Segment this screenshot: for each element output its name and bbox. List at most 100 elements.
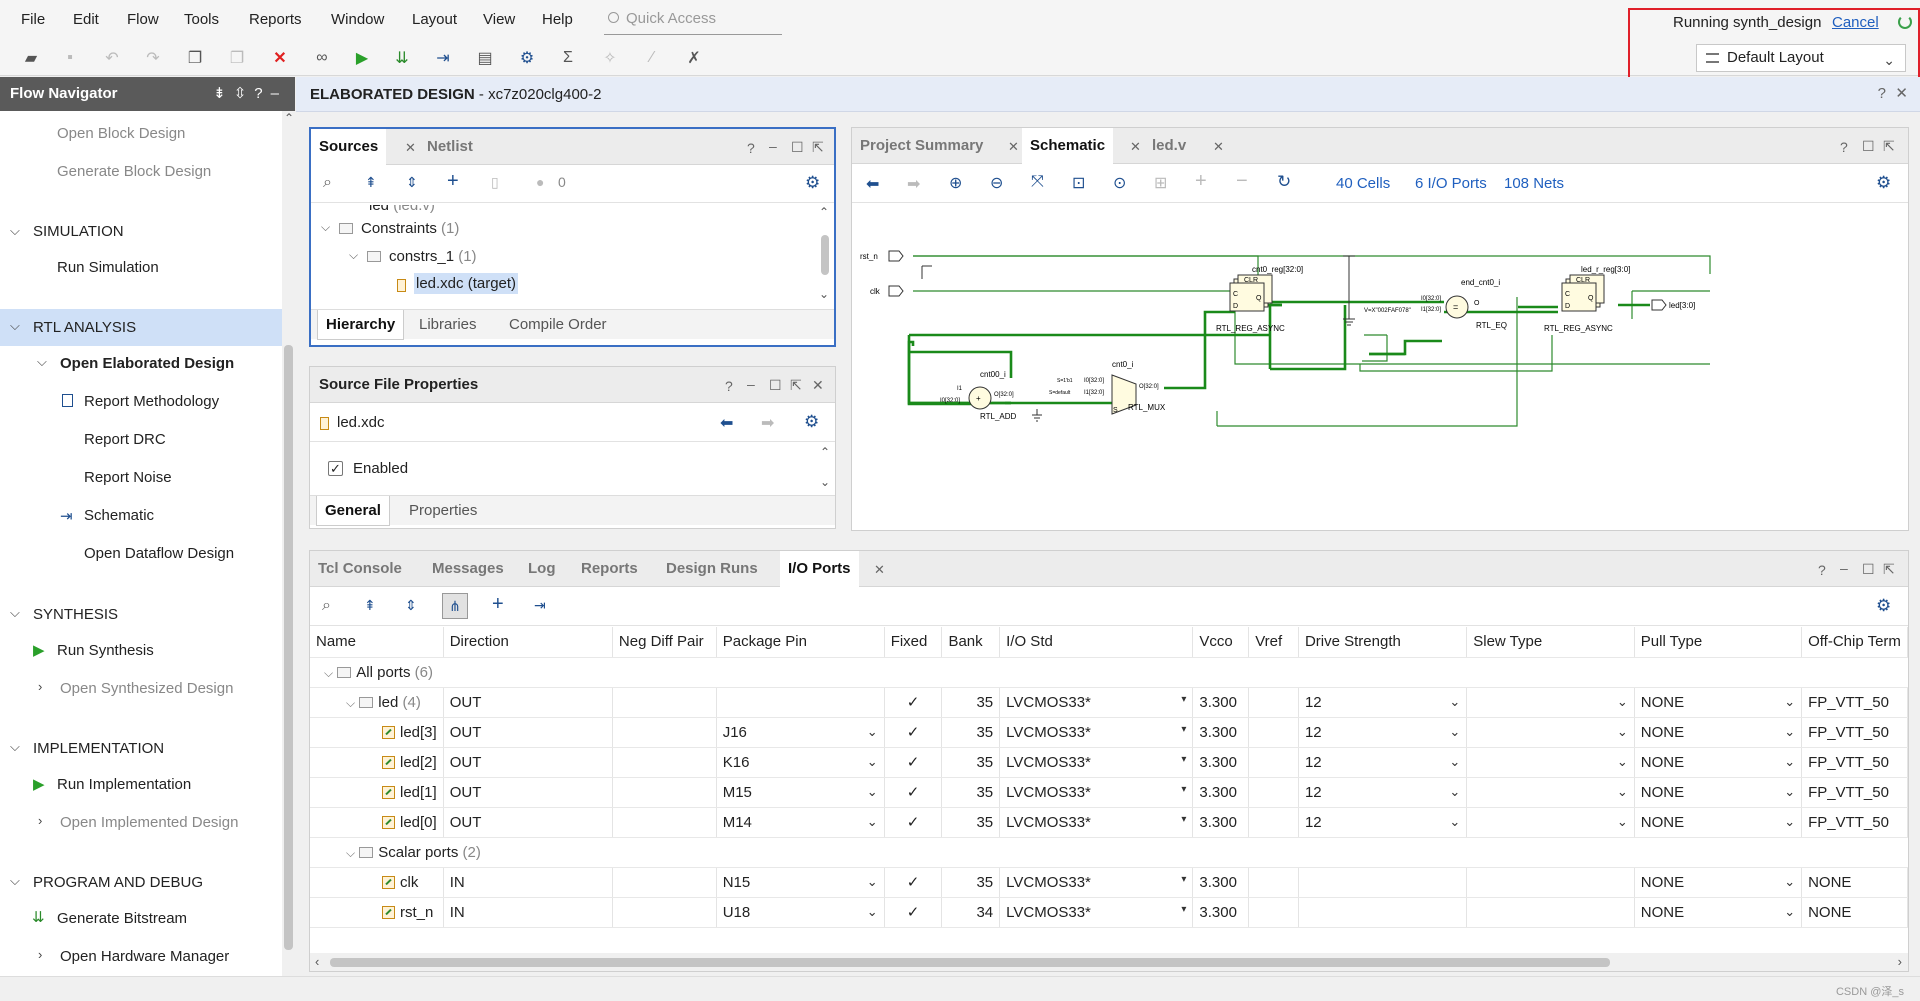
table-row[interactable]: clk IN N15 ⌄ ✓ 35 LVCMOS33* ▾ 3.300 NONE ⌄ NONE [310, 867, 1908, 898]
tab-schematic[interactable]: Schematic [1022, 128, 1114, 165]
cells-count-link[interactable]: 40 Cells [1336, 175, 1390, 192]
neg-diff-pair-cell[interactable] [612, 777, 717, 808]
chevron-down-icon[interactable]: ⌄ [1784, 814, 1795, 830]
add-port-icon[interactable]: + [492, 593, 504, 616]
drive-strength-select[interactable]: 12 ⌄ [1298, 747, 1468, 778]
col-bank[interactable]: Bank [941, 627, 1001, 658]
fixed-cell[interactable]: ✓ [884, 687, 943, 718]
table-row[interactable]: led[2] OUT K16 ⌄ ✓ 35 LVCMOS33* ▾ 3.300 12 ⌄ ⌄ NONE ⌄… [310, 747, 1908, 778]
neg-diff-pair-cell[interactable] [612, 747, 717, 778]
group-by-interface-icon[interactable]: ⋔ [442, 593, 468, 619]
enabled-checkbox[interactable]: ✓ [328, 461, 343, 476]
table-group-row[interactable]: ⌵ Scalar ports (2) [310, 837, 1908, 868]
collapse-all-icon[interactable]: ⇞ [365, 174, 377, 191]
scroll-down-icon[interactable]: ⌄ [819, 287, 829, 301]
wand-icon[interactable]: ⁄ [642, 48, 662, 68]
port-name-cell[interactable]: led[1] [310, 777, 444, 808]
help-icon[interactable]: ? [1818, 562, 1826, 578]
section-rtl-analysis[interactable]: RTL ANALYSIS [33, 319, 136, 336]
chevron-down-icon[interactable]: ⌄ [1617, 814, 1628, 830]
col-io-std[interactable]: I/O Std [999, 627, 1194, 658]
scroll-down-icon[interactable]: ⌄ [820, 475, 830, 489]
schematic-canvas[interactable]: rst_n clk led[3:0] cnt0_reg[32:0] CLR C … [852, 204, 1908, 530]
flow-open-block-design[interactable]: Open Block Design [57, 125, 185, 142]
scroll-up-icon[interactable]: ⌃ [284, 111, 294, 125]
package-pin-select[interactable]: J16 ⌄ [716, 717, 885, 748]
tree-led-partial[interactable]: led (led.v) [369, 205, 435, 214]
col-name[interactable]: Name [310, 627, 444, 658]
cross-probe-icon[interactable]: ✗ [684, 48, 704, 68]
expand-all-icon[interactable]: ⇕ [405, 597, 417, 614]
off-chip-term-cell[interactable]: FP_VTT_50 [1801, 807, 1908, 838]
expand-icon[interactable]: + [1195, 170, 1207, 193]
tab-design-runs[interactable]: Design Runs [658, 551, 766, 587]
chevron-down-icon[interactable]: ⌄ [867, 754, 878, 770]
io-std-select[interactable]: LVCMOS33* ▾ [999, 717, 1194, 748]
search-icon[interactable]: ⌕ [323, 174, 332, 192]
close-icon[interactable]: ✕ [1008, 139, 1019, 155]
redo-icon[interactable]: ↷ [143, 48, 163, 68]
flow-generate-bitstream[interactable]: Generate Bitstream [57, 910, 187, 927]
add-source-icon[interactable]: + [447, 170, 459, 193]
chevron-down-icon[interactable]: ⌄ [1784, 754, 1795, 770]
pull-type-select[interactable]: NONE ⌄ [1634, 687, 1803, 718]
pull-type-select[interactable]: NONE ⌄ [1634, 867, 1803, 898]
fixed-cell[interactable]: ✓ [884, 747, 943, 778]
collapse-all-icon[interactable]: ⇞ [364, 597, 376, 614]
flow-generate-block-design[interactable]: Generate Block Design [57, 163, 211, 180]
chevron-down-icon[interactable]: ⌵ [324, 666, 333, 680]
group-cell[interactable]: ⌵ All ports (6) [310, 657, 1908, 688]
chevron-down-icon[interactable]: ⌵ [10, 223, 20, 239]
minimize-icon[interactable]: – [747, 376, 755, 392]
search-icon[interactable]: ⌕ [322, 597, 331, 615]
binoculars-icon[interactable]: ∞ [312, 48, 332, 68]
drive-strength-select[interactable] [1298, 897, 1468, 928]
tab-io-ports[interactable]: I/O Ports [780, 551, 859, 588]
forward-arrow-icon[interactable]: ➡ [761, 413, 774, 433]
col-neg-diff-pair[interactable]: Neg Diff Pair [612, 627, 717, 658]
port-name-cell[interactable]: led[2] [310, 747, 444, 778]
flow-run-synthesis[interactable]: Run Synthesis [57, 642, 154, 659]
tree-constraints[interactable]: Constraints (1) [361, 220, 459, 237]
report-icon[interactable]: ▤ [475, 48, 495, 68]
chevron-down-icon[interactable]: ⌄ [1784, 784, 1795, 800]
table-row[interactable]: led[0] OUT M14 ⌄ ✓ 35 LVCMOS33* ▾ 3.300 12 ⌄ ⌄ NONE ⌄… [310, 807, 1908, 838]
menu-help[interactable]: Help [542, 11, 573, 28]
flow-open-implemented-design[interactable]: Open Implemented Design [60, 814, 238, 831]
col-direction[interactable]: Direction [443, 627, 613, 658]
flow-open-elaborated-design[interactable]: Open Elaborated Design [60, 355, 234, 372]
tab-messages[interactable]: Messages [424, 551, 512, 587]
chevron-right-icon[interactable]: › [38, 813, 42, 828]
col-off-chip-term[interactable]: Off-Chip Term [1801, 627, 1908, 658]
io-std-select[interactable]: LVCMOS33* ▾ [999, 867, 1194, 898]
chevron-down-icon[interactable]: ⌄ [1784, 874, 1795, 890]
export-icon[interactable]: ⇥ [534, 597, 546, 614]
tab-tcl-console[interactable]: Tcl Console [310, 551, 410, 587]
col-fixed[interactable]: Fixed [884, 627, 943, 658]
flow-report-methodology[interactable]: Report Methodology [84, 393, 219, 410]
drive-strength-select[interactable]: 12 ⌄ [1298, 687, 1468, 718]
tree-constrs-1[interactable]: constrs_1 (1) [389, 248, 477, 265]
pull-type-select[interactable]: NONE ⌄ [1634, 807, 1803, 838]
slew-type-select[interactable]: ⌄ [1466, 717, 1635, 748]
float-icon[interactable]: ⇱ [1883, 561, 1895, 578]
minimize-icon[interactable]: – [1840, 560, 1848, 576]
caret-down-icon[interactable]: ▾ [1181, 784, 1186, 795]
zoom-in-icon[interactable]: ⊕ [949, 173, 962, 193]
flow-nav-scroll-thumb[interactable] [284, 345, 293, 950]
tab-compile-order[interactable]: Compile Order [501, 310, 615, 340]
neg-diff-pair-cell[interactable] [612, 807, 717, 838]
chevron-down-icon[interactable]: ⌄ [1449, 724, 1460, 740]
menu-tools[interactable]: Tools [184, 11, 219, 28]
settings-gear-icon[interactable]: ⚙ [805, 173, 820, 193]
tree-led-xdc[interactable]: led.xdc (target) [414, 273, 519, 294]
chevron-down-icon[interactable]: ⌄ [1784, 904, 1795, 920]
chevron-down-icon[interactable]: ⌵ [37, 354, 47, 370]
table-row[interactable]: rst_n IN U18 ⌄ ✓ 34 LVCMOS33* ▾ 3.300 NONE ⌄ NONE [310, 897, 1908, 928]
package-pin-select[interactable]: M15 ⌄ [716, 777, 885, 808]
chevron-down-icon[interactable]: ⌄ [867, 724, 878, 740]
nets-count-link[interactable]: 108 Nets [1504, 175, 1564, 192]
sfp-scrollbar[interactable]: ⌃ ⌄ [819, 445, 833, 493]
properties-icon[interactable]: ▯ [491, 174, 499, 191]
chevron-down-icon[interactable]: ⌄ [1449, 694, 1460, 710]
